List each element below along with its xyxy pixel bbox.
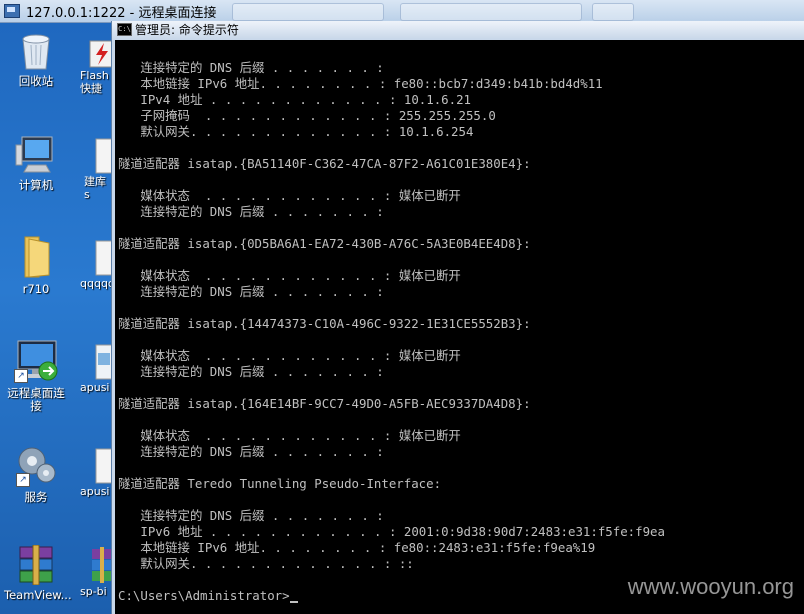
console-line: 子网掩码 . . . . . . . . . . . . : 255.255.2… [118, 108, 496, 123]
console-line: 隧道适配器 isatap.{14474373-C10A-496C-9322-1E… [118, 316, 531, 331]
desktop-icon-folder[interactable]: r710 [4, 235, 68, 296]
console-line: IPv4 地址 . . . . . . . . . . . . : 10.1.6… [118, 92, 472, 107]
desktop-icon-label: 远程桌面连接 [7, 386, 65, 413]
desktop-icon-label: apusi [80, 485, 110, 498]
console-output[interactable]: 连接特定的 DNS 后缀 . . . . . . . : 本地链接 IPv6 地… [115, 40, 804, 614]
desktop-icon-label: sp-bi [80, 585, 107, 598]
desktop-icon-remote-desktop[interactable]: ↗ 远程桌面连接 [4, 339, 68, 413]
cmd-icon: C:\ [117, 23, 132, 36]
console-line: 隧道适配器 Teredo Tunneling Pseudo-Interface: [118, 476, 442, 491]
console-line: 默认网关. . . . . . . . . . . . . : :: [118, 556, 414, 571]
background-tab[interactable] [592, 3, 634, 21]
computer-icon [15, 136, 53, 173]
console-line: 媒体状态 . . . . . . . . . . . . : 媒体已断开 [118, 428, 461, 443]
desktop-icon-label: TeamView... [4, 588, 72, 602]
desktop-icon-services[interactable]: ↗ 服务 [4, 443, 68, 504]
text-cursor [289, 601, 298, 603]
background-tab[interactable] [232, 3, 384, 21]
desktop-icon-label: 服务 [24, 490, 48, 504]
cmd-window[interactable]: C:\ 管理员: 命令提示符 连接特定的 DNS 后缀 . . . . . . … [111, 21, 804, 614]
cmd-title: 管理员: 命令提示符 [135, 23, 239, 37]
remote-desktop-icon [4, 4, 20, 18]
watermark: www.wooyun.org [627, 574, 794, 599]
console-line: 媒体状态 . . . . . . . . . . . . : 媒体已断开 [118, 188, 461, 203]
console-line: 连接特定的 DNS 后缀 . . . . . . . : [118, 508, 384, 523]
console-line: 媒体状态 . . . . . . . . . . . . : 媒体已断开 [118, 348, 461, 363]
console-line: 连接特定的 DNS 后缀 . . . . . . . : [118, 364, 384, 379]
background-tab[interactable] [400, 3, 582, 21]
desktop-icon-label: Flash 快捷 [80, 69, 109, 95]
remote-window-title: 127.0.0.1:1222 - 远程桌面连接 [26, 5, 217, 21]
folder-icon [24, 236, 50, 278]
console-line: 媒体状态 . . . . . . . . . . . . : 媒体已断开 [118, 268, 461, 283]
desktop-icon-label: r710 [22, 282, 50, 296]
console-line: 隧道适配器 isatap.{0D5BA6A1-EA72-430B-A76C-5A… [118, 236, 531, 251]
console-line: 默认网关. . . . . . . . . . . . . : 10.1.6.2… [118, 124, 474, 139]
console-line: 本地链接 IPv6 地址. . . . . . . . : fe80::2483… [118, 540, 596, 555]
desktop-icon-recycle-bin[interactable]: 回收站 [4, 31, 68, 88]
console-line: 本地链接 IPv6 地址. . . . . . . . : fe80::bcb7… [118, 76, 603, 91]
command-prompt-line: C:\Users\Administrator> [118, 588, 298, 604]
console-line: 连接特定的 DNS 后缀 . . . . . . . : [118, 284, 384, 299]
desktop-icon-label: 计算机 [18, 178, 54, 192]
desktop-icon-computer[interactable]: 计算机 [4, 135, 68, 192]
console-line: 连接特定的 DNS 后缀 . . . . . . . : [118, 204, 384, 219]
shortcut-arrow-icon: ↗ [14, 369, 28, 383]
console-line: 隧道适配器 isatap.{BA51140F-C362-47CA-87F2-A6… [118, 156, 531, 171]
shortcut-arrow-icon: ↗ [16, 473, 30, 487]
console-line: 连接特定的 DNS 后缀 . . . . . . . : [118, 60, 384, 75]
desktop-icon-winrar[interactable]: TeamView... [4, 544, 72, 602]
desktop-icon-label: 建库 s [84, 175, 106, 201]
winrar-icon [19, 544, 53, 586]
cmd-titlebar[interactable]: C:\ 管理员: 命令提示符 [112, 21, 804, 38]
desktop-icon-label: qqqqq [80, 277, 115, 290]
console-line: IPv6 地址 . . . . . . . . . . . . : 2001:0… [118, 524, 665, 539]
console-line: 隧道适配器 isatap.{164E14BF-9CC7-49D0-A5FB-AE… [118, 396, 531, 411]
desktop: 回收站 计算机 r710 ↗ 远程桌面连接 ↗ 服务 TeamView... F… [0, 23, 115, 614]
desktop-icon-label: 回收站 [18, 74, 54, 88]
remote-desktop-titlebar[interactable]: 127.0.0.1:1222 - 远程桌面连接 [0, 0, 804, 23]
recycle-bin-icon [22, 34, 50, 70]
desktop-icon-label: apusi [80, 381, 110, 394]
console-line: 连接特定的 DNS 后缀 . . . . . . . : [118, 444, 384, 459]
